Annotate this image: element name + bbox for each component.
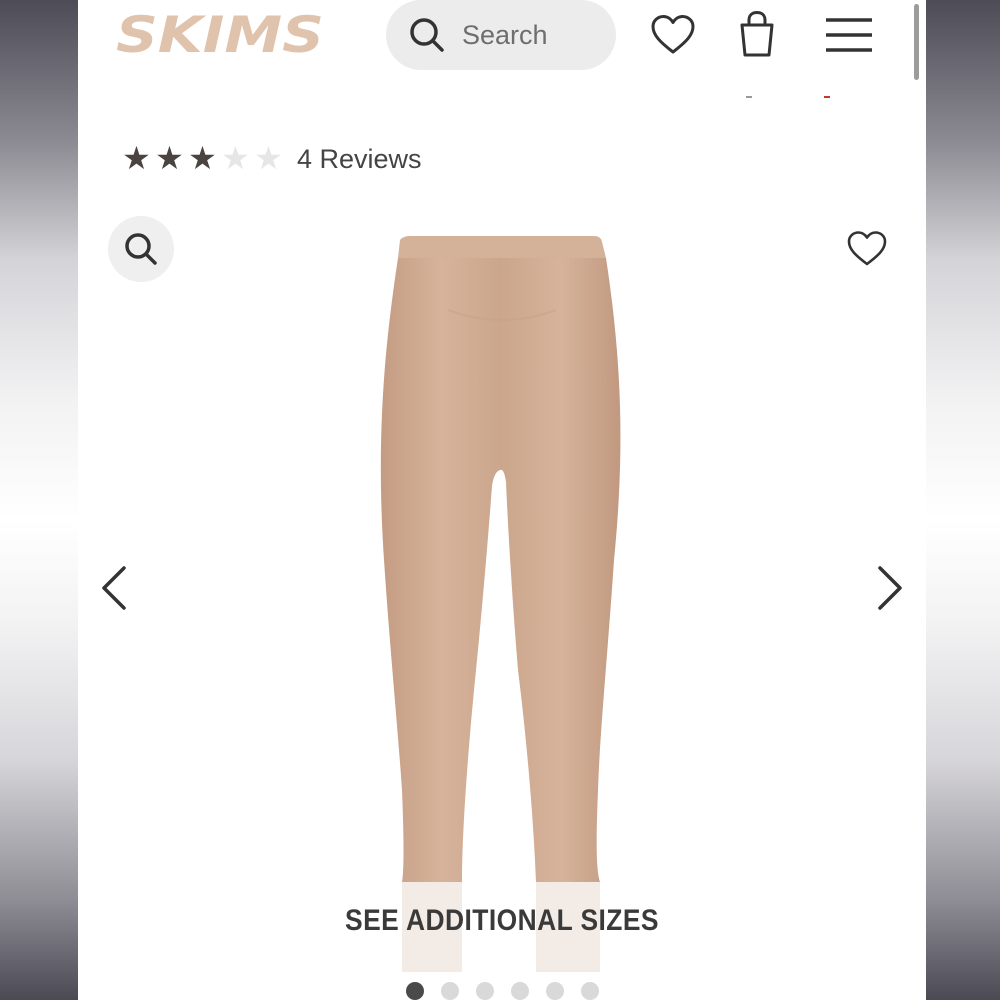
see-additional-sizes-link[interactable]: SEE ADDITIONAL SIZES <box>129 904 875 938</box>
left-backdrop <box>0 0 78 1000</box>
search-input[interactable] <box>460 18 604 52</box>
carousel-dot[interactable] <box>511 982 529 1000</box>
divider-mark <box>746 96 752 98</box>
star-empty-icon: ★ <box>221 140 250 176</box>
right-backdrop <box>926 0 1000 1000</box>
reviews-link[interactable]: 4 Reviews <box>297 142 422 176</box>
star-filled-icon: ★ <box>122 140 151 176</box>
chevron-left-icon[interactable] <box>98 564 128 612</box>
divider-mark <box>824 96 830 98</box>
carousel-dot[interactable] <box>406 982 424 1000</box>
carousel-dot[interactable] <box>476 982 494 1000</box>
product-image[interactable] <box>358 230 648 990</box>
chevron-right-icon[interactable] <box>876 564 906 612</box>
heart-icon[interactable] <box>650 14 696 56</box>
star-filled-icon: ★ <box>155 140 184 176</box>
heart-outline-icon[interactable] <box>846 230 888 268</box>
star-filled-icon: ★ <box>188 140 217 176</box>
search-bar[interactable] <box>386 0 616 70</box>
shopping-bag-icon[interactable] <box>738 10 776 58</box>
hamburger-menu-icon[interactable] <box>824 16 874 56</box>
carousel-dot[interactable] <box>441 982 459 1000</box>
phone-screen: SKIMS ★ ★ ★ ★ ★ 4 Reviews <box>78 0 926 1000</box>
search-icon <box>410 18 444 52</box>
carousel-dot[interactable] <box>581 982 599 1000</box>
carousel-pagination <box>406 982 599 1000</box>
brand-logo[interactable]: SKIMS <box>114 8 328 60</box>
svg-text:SKIMS: SKIMS <box>116 8 324 60</box>
star-empty-icon: ★ <box>254 140 283 176</box>
magnifier-icon <box>125 233 157 265</box>
star-rating[interactable]: ★ ★ ★ ★ ★ <box>120 142 285 174</box>
scrollbar[interactable] <box>914 4 919 80</box>
zoom-button[interactable] <box>108 216 174 282</box>
carousel-dot[interactable] <box>546 982 564 1000</box>
